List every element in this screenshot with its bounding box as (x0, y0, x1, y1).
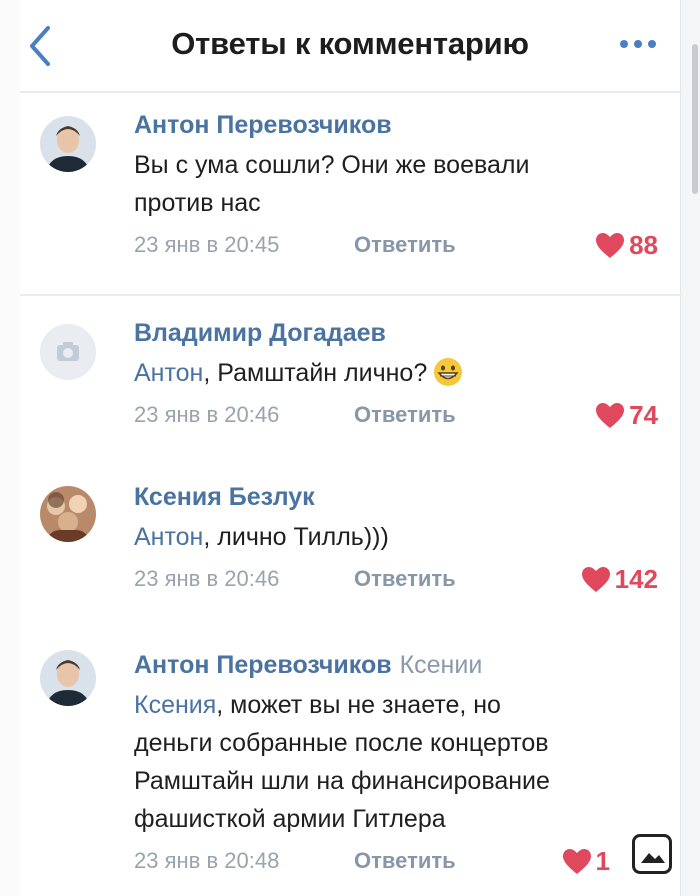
text-line: , лично Тилль))) (203, 523, 389, 551)
author-name[interactable]: Ксения Безлук (134, 480, 680, 514)
reply-button[interactable]: Ответить (354, 566, 456, 592)
user-photo-icon (40, 650, 96, 706)
heart-icon (562, 848, 591, 874)
reply-target[interactable]: Ксении (400, 651, 483, 679)
like-button[interactable]: 1 (562, 846, 610, 877)
comment-item: Ксения Безлук Антон, лично Тилль))) 23 я… (20, 480, 680, 620)
comment-meta: 23 янв в 20:46 Ответить 142 (134, 564, 680, 598)
comment-item: Владимир Догадаев Антон, Рамштайн лично?… (20, 316, 680, 456)
text-line: , Рамштайн лично? (203, 359, 428, 387)
user-photo-icon (40, 486, 96, 542)
text-line: фашисткой армии Гитлера (134, 805, 446, 833)
author-name[interactable]: Владимир Догадаев (134, 316, 680, 350)
reply-button[interactable]: Ответить (354, 232, 456, 258)
timestamp: 23 янв в 20:45 (134, 232, 280, 257)
comment-text: Ксения, может вы не знаете, но деньги со… (134, 686, 680, 838)
grinning-face-emoji (434, 358, 463, 386)
image-icon (639, 843, 665, 865)
timestamp: 23 янв в 20:46 (134, 566, 280, 591)
timestamp: 23 янв в 20:46 (134, 402, 280, 427)
comment-text: Вы с ума сошли? Они же воевали против на… (134, 146, 680, 222)
mention-link[interactable]: Ксения (134, 691, 216, 719)
reply-button[interactable]: Ответить (354, 848, 456, 874)
avatar[interactable] (40, 650, 96, 706)
comment-item: Антон Перевозчиков Ксении Ксения, может в… (20, 648, 680, 896)
author-name-text: Антон Перевозчиков (134, 651, 392, 679)
comment-body: Ксения Безлук Антон, лично Тилль))) 23 я… (134, 480, 680, 598)
comment-body: Антон Перевозчиков Вы с ума сошли? Они ж… (134, 108, 680, 264)
comment-text: Антон, лично Тилль))) (134, 518, 680, 556)
mention-link[interactable]: Антон (134, 359, 203, 387)
heart-icon (581, 566, 610, 592)
camera-icon (40, 324, 96, 380)
text-line: деньги собранные после концертов (134, 729, 549, 757)
author-name-text: Владимир Догадаев (134, 319, 386, 347)
text-line: против нас (134, 189, 261, 217)
like-count: 88 (629, 230, 658, 260)
like-button[interactable]: 74 (595, 400, 658, 431)
text-line: Рамштайн шли на финансирование (134, 767, 550, 795)
comment-item: Антон Перевозчиков Вы с ума сошли? Они ж… (20, 108, 680, 288)
text-line: Вы с ума сошли? Они же воевали (134, 151, 530, 179)
comment-meta: 23 янв в 20:45 Ответить 88 (134, 230, 680, 264)
page-title: Ответы к комментарию (171, 26, 529, 61)
user-photo-icon (40, 116, 96, 172)
like-count: 74 (629, 400, 658, 430)
like-button[interactable]: 88 (595, 230, 658, 261)
image-button[interactable] (632, 834, 672, 874)
author-name-text: Ксения Безлук (134, 483, 315, 511)
left-edge (0, 0, 20, 896)
mention-link[interactable]: Антон (134, 523, 203, 551)
comment-replies-screen: Ответы к комментарию Антон Перевозчиков … (0, 0, 700, 896)
top-bar: Ответы к комментарию (0, 0, 700, 93)
divider (20, 294, 682, 296)
heart-icon (596, 232, 625, 258)
like-button[interactable]: 142 (581, 564, 658, 595)
author-name-text: Антон Перевозчиков (134, 111, 392, 139)
author-name[interactable]: Антон Перевозчиков Ксении (134, 648, 680, 682)
more-dots-icon (620, 40, 656, 48)
text-line: , может вы не знаете, но (216, 691, 501, 719)
timestamp: 23 янв в 20:48 (134, 848, 280, 873)
avatar[interactable] (40, 486, 96, 542)
like-count: 142 (614, 564, 658, 594)
more-button[interactable] (616, 34, 660, 54)
comment-body: Антон Перевозчиков Ксении Ксения, может в… (134, 648, 680, 880)
like-count: 1 (595, 846, 610, 876)
avatar[interactable] (40, 324, 96, 380)
divider (20, 91, 682, 93)
comment-meta: 23 янв в 20:48 Ответить 1 (134, 846, 680, 880)
comment-body: Владимир Догадаев Антон, Рамштайн лично?… (134, 316, 680, 434)
comment-text: Антон, Рамштайн лично? (134, 354, 680, 392)
avatar[interactable] (40, 116, 96, 172)
reply-button[interactable]: Ответить (354, 402, 456, 428)
heart-icon (596, 402, 625, 428)
author-name[interactable]: Антон Перевозчиков (134, 108, 680, 142)
comment-meta: 23 янв в 20:46 Ответить 74 (134, 400, 680, 434)
